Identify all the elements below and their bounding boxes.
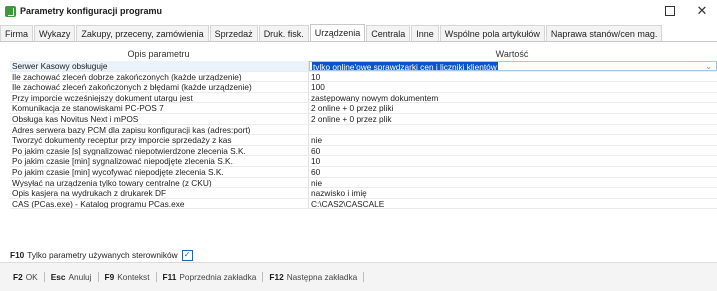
param-value[interactable]: C:\CAS2\CASCALE [309,199,717,209]
cancel-button[interactable]: Esc Anuluj [51,272,92,282]
param-label: Ile zachować zleceń zakończonych z błęda… [10,82,309,92]
tab-wykazy[interactable]: Wykazy [34,25,76,41]
param-value[interactable] [309,125,717,135]
param-value[interactable]: nazwisko i imię [309,188,717,198]
param-label: Serwer Kasowy obsługuje [10,61,309,71]
tab-naprawa-stanow[interactable]: Naprawa stanów/cen mag. [545,25,663,41]
param-label: Obsługa kas Novitus Next i mPOS [10,113,309,124]
separator [97,272,99,282]
tab-urzadzenia[interactable]: Urządzenia [309,24,366,41]
action-label: Anuluj [68,272,92,282]
param-value-select[interactable]: tylko online'owe sprawdzarki cen i liczn… [309,61,717,71]
separator [363,272,365,282]
table-row[interactable]: Komunikacja ze stanowiskami PC-POS 7 2 o… [10,103,717,114]
param-label: Po jakim czasie [min] sygnalizować niepo… [10,156,309,166]
tab-wspolne-pola[interactable]: Wspólne pola artykułów [439,25,545,41]
param-label: Wysyłać na urządzenia tylko towary centr… [10,177,309,188]
filter-label: Tylko parametry używanych sterowników [27,250,178,260]
ok-button[interactable]: F2 OK [13,272,38,282]
param-value: tylko online'owe sprawdzarki cen i liczn… [312,62,498,71]
param-label: Po jakim czasie [min] wycofywać niepodję… [10,166,309,177]
table-row[interactable]: Adres serwera bazy PCM dla zapisu konfig… [10,124,717,136]
tab-druk-fisk[interactable]: Druk. fisk. [258,25,309,41]
chevron-down-icon[interactable]: ⌄ [705,62,712,70]
key-label: F2 [13,272,23,282]
param-label: Tworzyć dokumenty receptur przy imporcie… [10,135,309,145]
maximize-icon [665,6,675,16]
param-label: CAS (PCas.exe) - Katalog programu PCas.e… [10,198,309,209]
maximize-button[interactable] [655,0,685,22]
param-label: Przy imporcie wcześniejszy dokument utar… [10,92,309,103]
param-value[interactable]: 10 [309,156,717,166]
key-label: Esc [50,272,66,282]
title-bar: Parametry konfiguracji programu ✕ [0,0,717,22]
function-key-bar: F2 OK Esc Anuluj F9 Kontekst F11 Poprzednia … [0,262,717,291]
param-value[interactable]: 2 online + 0 przez plik [309,114,717,124]
param-value[interactable]: 60 [309,146,717,156]
tab-zakupy[interactable]: Zakupy, przeceny, zamówienia [76,25,209,41]
tab-inne[interactable]: Inne [411,25,439,41]
key-label: F12 [269,272,284,282]
parameters-grid: Serwer Kasowy obsługuje tylko online'owe… [10,61,717,210]
param-value[interactable]: 2 online + 0 przez pliki [309,103,717,113]
table-row[interactable]: Obsługa kas Novitus Next i mPOS 2 online… [10,113,717,125]
key-label: F9 [104,272,115,282]
action-label: Kontekst [117,272,150,282]
table-row[interactable]: CAS (PCas.exe) - Katalog programu PCas.e… [10,198,717,210]
tab-sprzedaz[interactable]: Sprzedaż [209,25,258,41]
tab-bar: Firma Wykazy Zakupy, przeceny, zamówieni… [0,24,717,42]
close-icon: ✕ [696,3,708,18]
table-row[interactable]: Ile zachować zleceń dobrze zakończonych … [10,71,717,83]
used-drivers-checkbox[interactable]: ✓ [181,249,193,261]
param-label: Komunikacja ze stanowiskami PC-POS 7 [10,103,309,113]
param-value[interactable]: nie [309,135,717,145]
close-button[interactable]: ✕ [687,0,717,22]
param-label: Ile zachować zleceń dobrze zakończonych … [10,71,309,82]
grid-header: Opis parametru Wartość [10,49,717,60]
tab-centrala[interactable]: Centrala [366,25,411,41]
window-title: Parametry konfiguracji programu [20,6,163,16]
table-row[interactable]: Opis kasjera na wydrukach z drukarek DF … [10,188,717,199]
param-value[interactable]: nie [309,178,717,188]
key-label: F11 [162,272,177,282]
context-button[interactable]: F9 Kontekst [105,272,150,282]
table-row[interactable]: Po jakim czasie [min] wycofywać niepodję… [10,166,717,178]
param-label: Adres serwera bazy PCM dla zapisu konfig… [10,124,309,135]
separator [155,272,157,282]
next-tab-button[interactable]: F12 Następna zakładka [269,272,357,282]
check-icon: ✓ [183,250,191,259]
table-row[interactable]: Serwer Kasowy obsługuje tylko online'owe… [10,61,717,72]
app-icon [5,5,16,17]
table-row[interactable]: Po jakim czasie [s] sygnalizować niepotw… [10,145,717,157]
filter-key: F10 [10,250,25,260]
tab-firma[interactable]: Firma [0,25,33,41]
action-label: Poprzednia zakładka [179,272,257,282]
param-label: Po jakim czasie [s] sygnalizować niepotw… [10,145,309,156]
column-header-label: Opis parametru [127,49,190,59]
param-value[interactable]: zastępowany nowym dokumentem [309,93,717,103]
table-row[interactable]: Po jakim czasie [min] sygnalizować niepo… [10,156,717,167]
action-label: Następna zakładka [286,272,358,282]
table-row[interactable]: Ile zachować zleceń zakończonych z błęda… [10,82,717,93]
separator [262,272,264,282]
separator [43,272,45,282]
table-row[interactable]: Wysyłać na urządzenia tylko towary centr… [10,177,717,189]
param-value[interactable]: 60 [309,167,717,177]
used-drivers-filter: F10 Tylko parametry używanych sterownikó… [10,249,193,261]
param-value[interactable]: 100 [309,82,717,92]
param-value[interactable]: 10 [309,72,717,82]
table-row[interactable]: Tworzyć dokumenty receptur przy imporcie… [10,135,717,146]
column-header-value: Wartość [495,49,529,59]
action-label: OK [25,272,38,282]
previous-tab-button[interactable]: F11 Poprzednia zakładka [163,272,257,282]
param-label: Opis kasjera na wydrukach z drukarek DF [10,188,309,198]
table-row[interactable]: Przy imporcie wcześniejszy dokument utar… [10,92,717,104]
